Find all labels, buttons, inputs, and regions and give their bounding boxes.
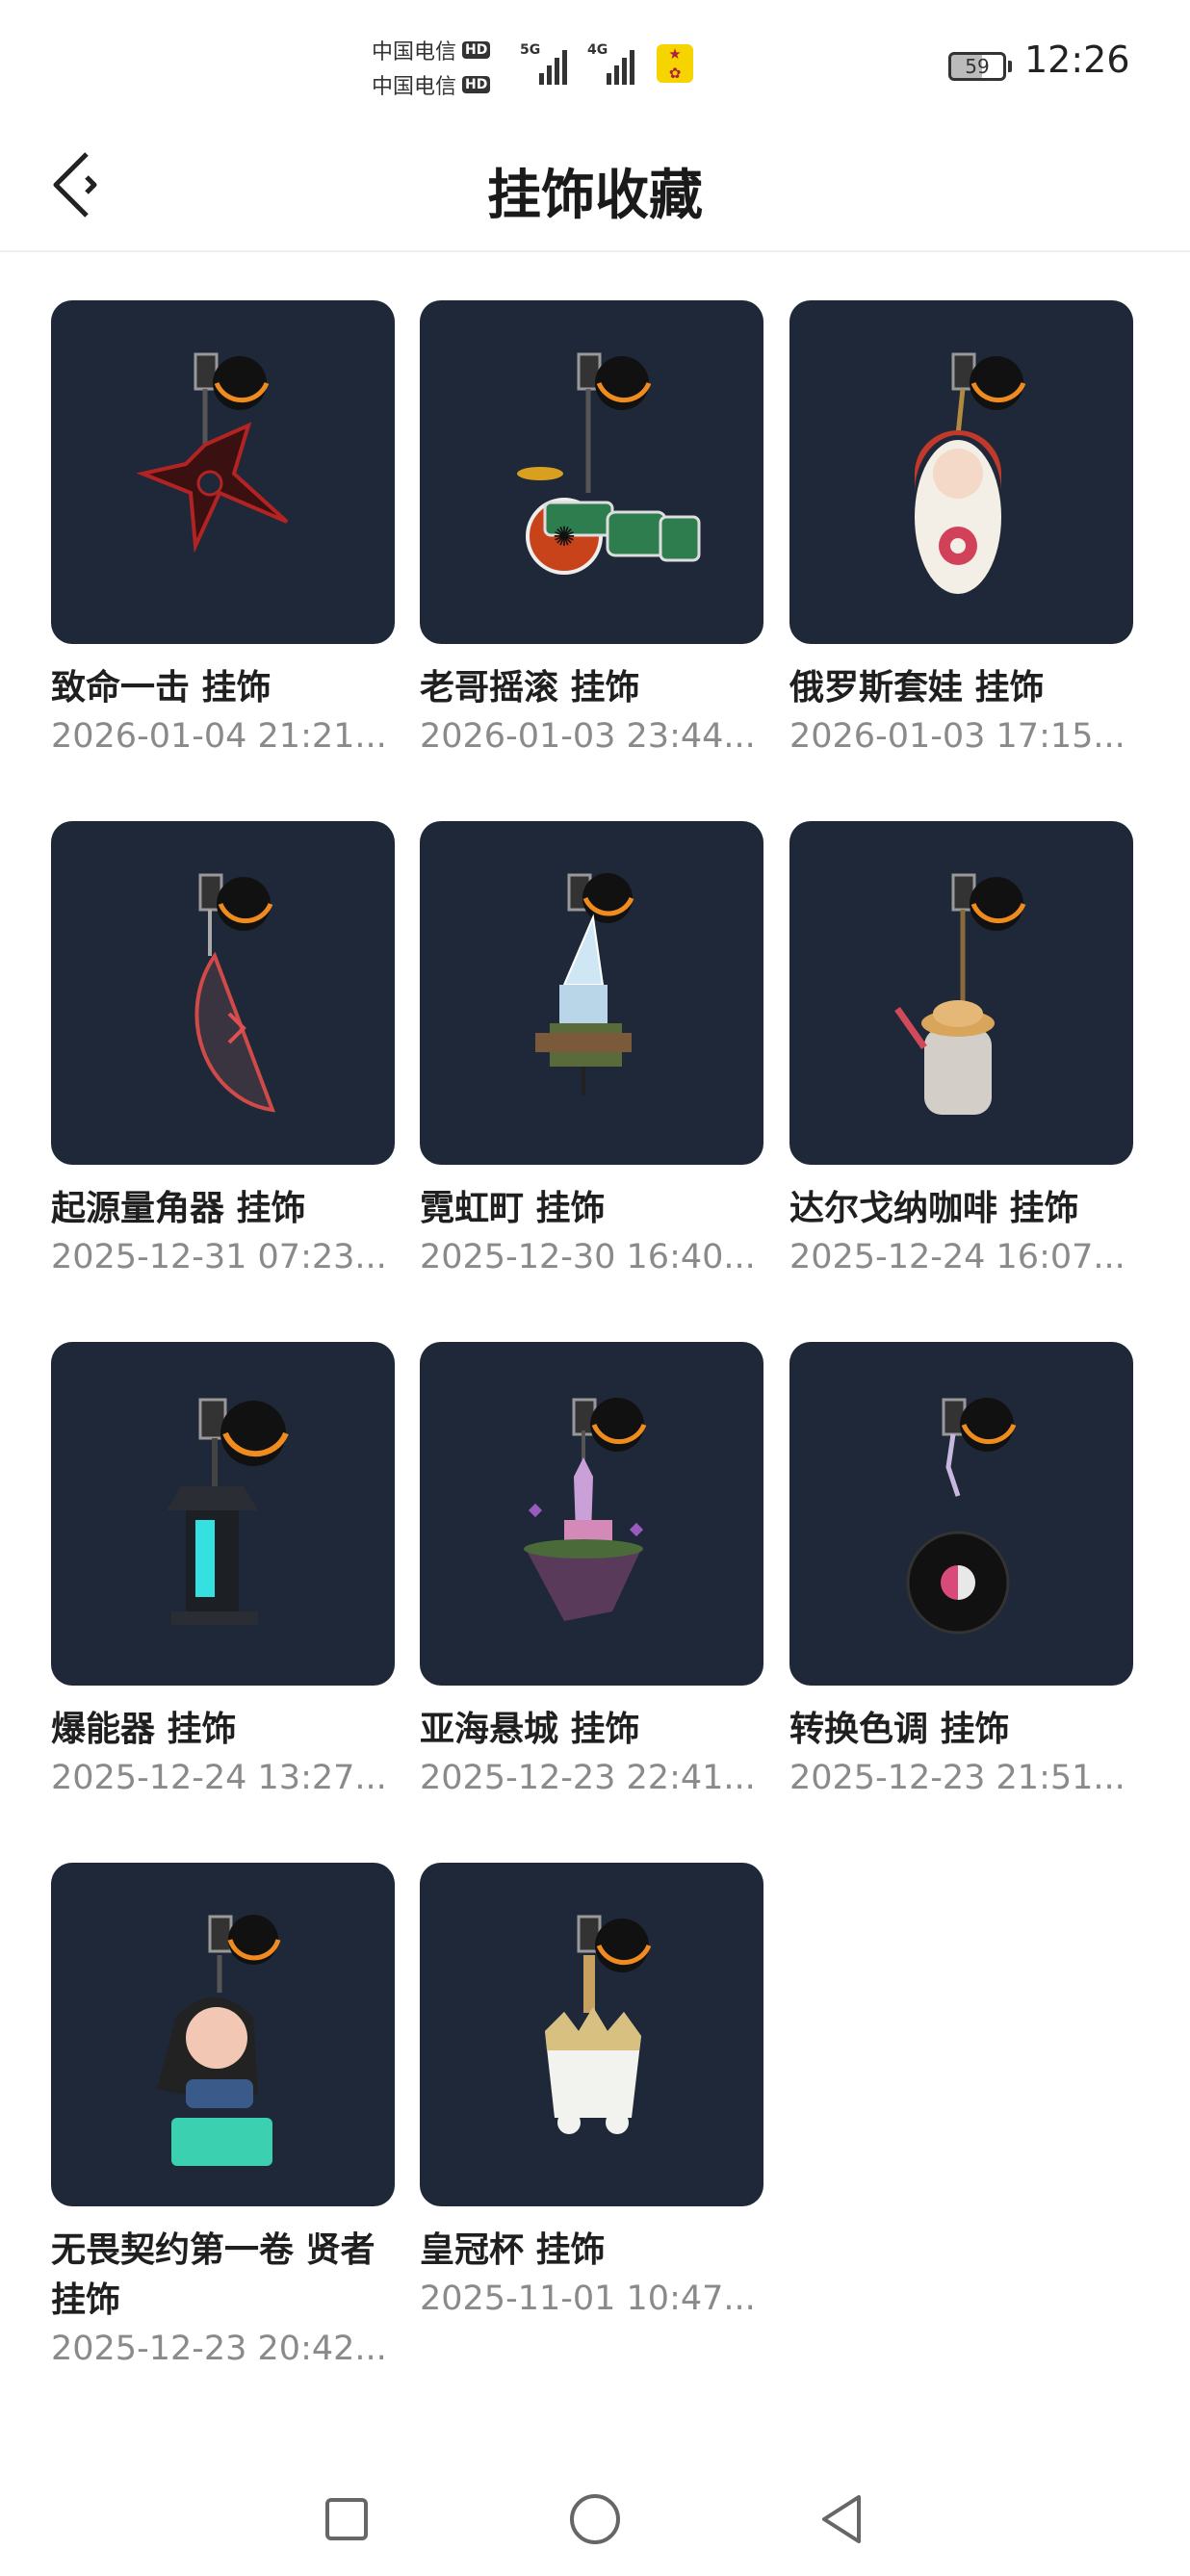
charm-thumbnail: [51, 821, 395, 1165]
svg-text:✺: ✺: [553, 521, 575, 553]
charm-card[interactable]: ✺ 老哥摇滚 挂饰 2026-01-03 23:44...: [420, 300, 763, 756]
charm-thumbnail: [51, 1863, 395, 2206]
clock: 12:26: [1024, 39, 1130, 81]
battery-icon: 59: [948, 52, 1012, 81]
blaster-charm-icon: [167, 1398, 289, 1625]
charm-card[interactable]: 无畏契约第一卷 贤者 挂饰 2025-12-23 20:42...: [51, 1863, 395, 2368]
charm-date: 2026-01-03 23:44...: [420, 717, 756, 756]
matryoshka-charm-icon: [915, 352, 1026, 594]
drum-kit-charm-icon: ✺: [517, 352, 701, 575]
page-title: 挂饰收藏: [487, 165, 703, 227]
app-notification-icon: ★ ✿: [657, 44, 693, 83]
charm-thumbnail: [789, 1342, 1133, 1686]
carrier-info: 中国电信 HD 中国电信 HD: [372, 33, 545, 102]
charm-thumbnail: [420, 1342, 763, 1686]
charm-name: 起源量角器 挂饰: [51, 1189, 306, 1228]
hd-badge: HD: [462, 41, 491, 59]
dalgona-coffee-charm-icon: [894, 873, 1026, 1115]
hd-badge: HD: [462, 76, 491, 93]
neon-city-charm-icon: [535, 873, 634, 1095]
charm-thumbnail: [420, 1863, 763, 2206]
charm-name: 达尔戈纳咖啡 挂饰: [789, 1189, 1079, 1228]
charm-card[interactable]: 爆能器 挂饰 2025-12-24 13:27...: [51, 1342, 395, 1797]
charm-date: 2025-12-23 22:41...: [420, 1759, 756, 1797]
floating-city-charm-icon: [524, 1398, 647, 1621]
charm-date: 2026-01-03 17:15...: [789, 717, 1125, 756]
sage-figure-charm-icon: [157, 1915, 281, 2166]
charm-date: 2026-01-04 21:21...: [51, 717, 387, 756]
charm-thumbnail: ✺: [420, 300, 763, 644]
signal-4g-icon: 4G: [587, 42, 655, 85]
charm-card[interactable]: 致命一击 挂饰 2026-01-04 21:21...: [51, 300, 395, 756]
charm-date: 2025-12-24 13:27...: [51, 1759, 387, 1797]
charm-name: 皇冠杯 挂饰: [420, 2230, 606, 2270]
system-nav-bar: [0, 2464, 1190, 2576]
signal-5g-icon: 5G: [520, 42, 587, 85]
carrier-1: 中国电信: [372, 40, 457, 64]
charm-thumbnail: [789, 821, 1133, 1165]
header: 挂饰收藏: [0, 125, 1190, 252]
charm-thumbnail: [789, 300, 1133, 644]
charm-thumbnail: [51, 300, 395, 644]
charm-name: 转换色调 挂饰: [789, 1710, 1010, 1749]
charm-card[interactable]: 起源量角器 挂饰 2025-12-31 07:23...: [51, 821, 395, 1276]
shuriken-charm-icon: [136, 352, 289, 554]
charm-card[interactable]: 霓虹町 挂饰 2025-12-30 16:40...: [420, 821, 763, 1276]
charm-date: 2025-12-23 21:51...: [789, 1759, 1125, 1797]
charm-card[interactable]: 皇冠杯 挂饰 2025-11-01 10:47...: [420, 1863, 763, 2318]
charm-date: 2025-12-24 16:07...: [789, 1238, 1125, 1276]
square-recent-icon: [325, 2498, 368, 2540]
vinyl-record-charm-icon: [906, 1398, 1017, 1635]
charm-name: 亚海悬城 挂饰: [420, 1710, 640, 1749]
status-bar: 中国电信 HD 中国电信 HD 5G 4G ★ ✿ 59 12:26: [0, 0, 1190, 125]
nav-back-button[interactable]: [809, 2486, 876, 2553]
protractor-charm-icon: [194, 873, 276, 1113]
charm-name: 无畏契约第一卷 贤者 挂饰: [51, 2230, 375, 2320]
charm-date: 2025-11-01 10:47...: [420, 2280, 756, 2318]
crown-cup-charm-icon: [545, 1915, 652, 2134]
recent-apps-button[interactable]: [313, 2486, 380, 2553]
circle-home-icon: [570, 2494, 620, 2544]
charm-card[interactable]: 转换色调 挂饰 2025-12-23 21:51...: [789, 1342, 1133, 1797]
charm-card[interactable]: 亚海悬城 挂饰 2025-12-23 22:41...: [420, 1342, 763, 1797]
charm-name: 俄罗斯套娃 挂饰: [789, 668, 1045, 708]
charm-name: 致命一击 挂饰: [51, 668, 272, 708]
charm-date: 2025-12-30 16:40...: [420, 1238, 756, 1276]
carrier-2: 中国电信: [372, 75, 457, 99]
triangle-back-icon: [822, 2495, 861, 2543]
charm-thumbnail: [420, 821, 763, 1165]
charm-name: 爆能器 挂饰: [51, 1710, 237, 1749]
charm-card[interactable]: 达尔戈纳咖啡 挂饰 2025-12-24 16:07...: [789, 821, 1133, 1276]
charm-card[interactable]: 俄罗斯套娃 挂饰 2026-01-03 17:15...: [789, 300, 1133, 756]
charm-name: 老哥摇滚 挂饰: [420, 668, 640, 708]
charm-date: 2025-12-31 07:23...: [51, 1238, 387, 1276]
charm-thumbnail: [51, 1342, 395, 1686]
charm-name: 霓虹町 挂饰: [420, 1189, 606, 1228]
charm-date: 2025-12-23 20:42...: [51, 2330, 387, 2368]
home-button[interactable]: [561, 2486, 629, 2553]
